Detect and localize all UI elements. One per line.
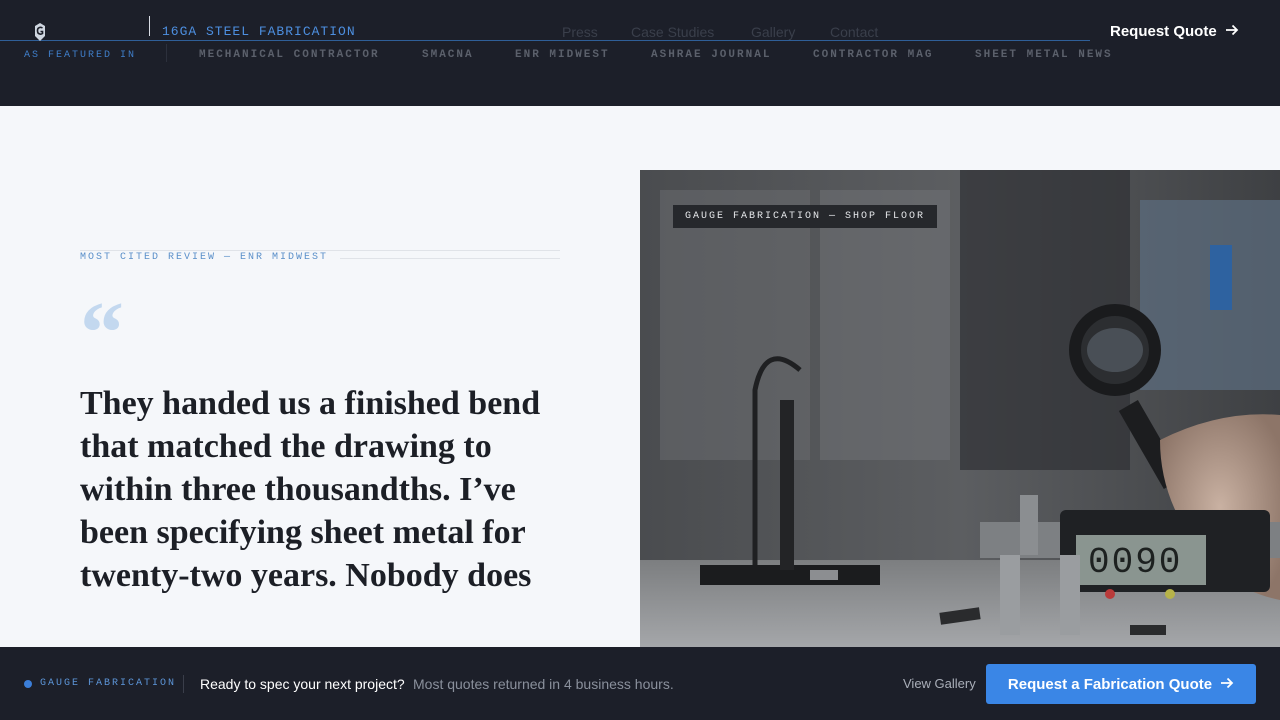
sticky-cta-bar: GAUGE FABRICATION Ready to spec your nex… <box>0 647 1280 720</box>
request-quote-label: Request Quote <box>1110 23 1217 40</box>
press-logo: CONTRACTOR MAG <box>813 49 934 61</box>
nav-case-studies[interactable]: Case Studies <box>631 24 714 40</box>
request-quote-button[interactable]: Request Quote <box>1110 23 1239 40</box>
view-gallery-link[interactable]: View Gallery <box>903 676 976 691</box>
press-logo: SHEET METAL NEWS <box>975 49 1113 61</box>
press-logo: MECHANICAL CONTRACTOR <box>199 49 380 61</box>
photo-caption-badge: GAUGE FABRICATION — SHOP FLOOR <box>673 205 938 228</box>
nav-gallery[interactable]: Gallery <box>751 24 795 40</box>
arrow-right-icon <box>1225 23 1239 40</box>
bar-divider <box>183 675 184 693</box>
gauge-logo-icon[interactable] <box>33 22 47 42</box>
featured-divider <box>166 44 167 62</box>
quote-mark-icon: “ <box>80 285 124 382</box>
bar-brand: GAUGE FABRICATION <box>40 678 177 689</box>
svg-text:0090: 0090 <box>1088 542 1182 583</box>
bar-headline: Ready to spec your next project? <box>200 676 405 692</box>
nav-press[interactable]: Press <box>562 24 598 40</box>
testimonial-eyebrow: MOST CITED REVIEW — ENR MIDWEST <box>80 252 341 263</box>
press-logo: SMACNA <box>422 49 474 61</box>
shop-floor-photo: 0090 <box>640 170 1280 648</box>
site-header: 16GA STEEL FABRICATION Press Case Studie… <box>0 0 1280 106</box>
arrow-right-icon <box>1220 676 1234 693</box>
request-fabrication-quote-button[interactable]: Request a Fabrication Quote <box>986 664 1256 704</box>
press-logo: ASHRAE JOURNAL <box>651 49 772 61</box>
tagline: 16GA STEEL FABRICATION <box>162 24 356 39</box>
request-fabrication-quote-label: Request a Fabrication Quote <box>1007 675 1213 693</box>
header-divider <box>149 16 150 36</box>
status-dot-icon <box>24 680 32 688</box>
header-rule <box>0 40 1090 41</box>
press-logo: ENR MIDWEST <box>515 49 610 61</box>
testimonial-quote: They handed us a finished bend that matc… <box>80 385 541 594</box>
eyebrow-rule <box>80 250 560 251</box>
featured-in-label: AS FEATURED IN <box>24 50 137 61</box>
nav-contact[interactable]: Contact <box>830 24 878 40</box>
eyebrow-rule <box>340 258 560 259</box>
bar-subtext: Most quotes returned in 4 business hours… <box>413 676 674 692</box>
